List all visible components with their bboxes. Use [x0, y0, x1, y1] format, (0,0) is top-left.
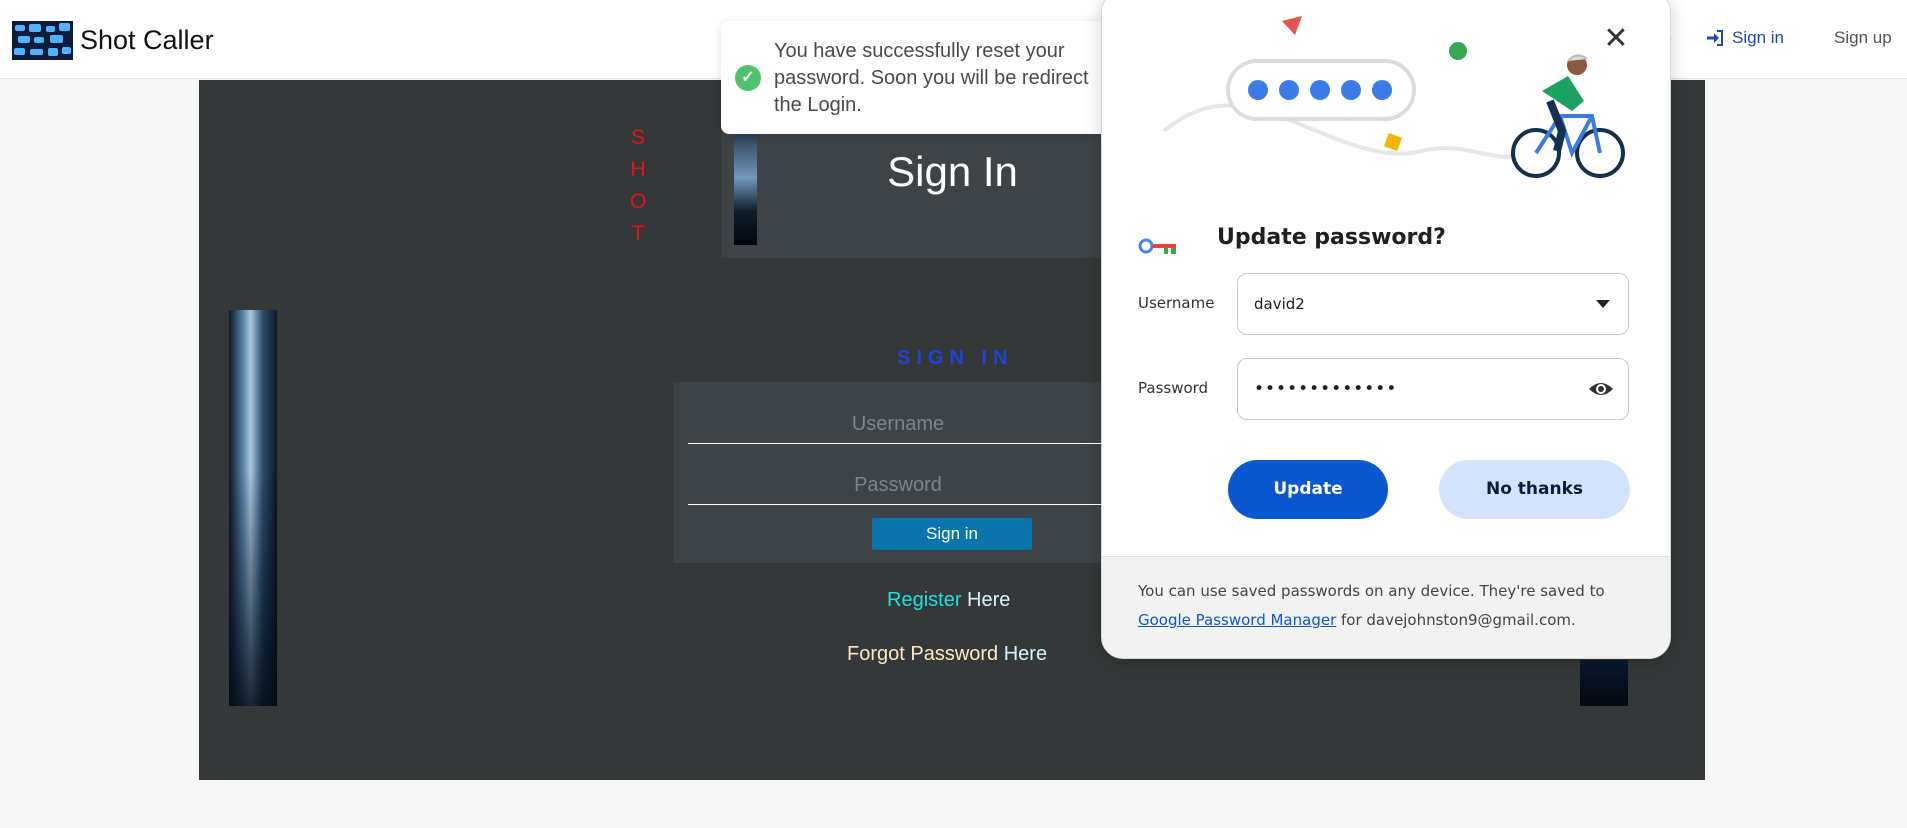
page-title: Sign In — [887, 148, 1018, 195]
shot-vertical-text: SHOT — [630, 122, 646, 250]
register-link[interactable]: Register — [887, 589, 961, 611]
username-dropdown[interactable]: david2 — [1237, 273, 1629, 335]
close-dialog-button[interactable]: ✕ — [1598, 21, 1634, 57]
no-thanks-button[interactable]: No thanks — [1439, 460, 1630, 519]
nav-sign-in-link[interactable]: Sign in — [1706, 28, 1784, 48]
toast-message: You have successfully reset your passwor… — [774, 38, 1111, 119]
left-decorative-image — [229, 310, 277, 706]
forgot-password-label: Forgot Password — [847, 643, 999, 665]
sign-in-button[interactable]: Sign in — [872, 518, 1032, 550]
register-here-link[interactable]: Here — [967, 589, 1010, 611]
nav-sign-in-label: Sign in — [1732, 28, 1784, 47]
password-manager-link[interactable]: Google Password Manager — [1138, 611, 1336, 629]
shot-letter: T — [631, 222, 645, 245]
toast-line-1: You have successfully reset your — [774, 40, 1065, 62]
sign-in-caption: SIGN IN — [897, 347, 1014, 369]
header-strip-image — [734, 133, 757, 245]
shot-letter: O — [630, 190, 647, 213]
dialog-title: Update password? — [1217, 225, 1446, 250]
brand-logo[interactable] — [12, 21, 73, 60]
toast-line-2: password. Soon you will be redirect — [774, 67, 1089, 89]
username-value: david2 — [1254, 295, 1305, 313]
password-label: Password — [1138, 379, 1209, 397]
username-input[interactable]: Username — [688, 404, 1108, 444]
nav-sign-up-link[interactable]: Sign up — [1834, 28, 1892, 48]
footer-suffix: for davejohnston9@gmail.com. — [1336, 611, 1576, 629]
forgot-here-link[interactable]: Here — [1004, 643, 1047, 665]
footer-text: You can use saved passwords on any devic… — [1138, 577, 1638, 635]
dropdown-arrow-icon — [1596, 300, 1610, 308]
footer-prefix: You can use saved passwords on any devic… — [1138, 582, 1605, 600]
eye-icon[interactable] — [1588, 377, 1614, 401]
password-field[interactable]: ••••••••••••• — [1237, 358, 1629, 420]
right-decorative-image — [1580, 660, 1628, 706]
sign-in-icon — [1707, 30, 1723, 46]
register-line: Register Here — [887, 589, 1010, 612]
password-value: ••••••••••••• — [1254, 379, 1398, 399]
shot-letter: S — [630, 126, 645, 149]
forgot-password-line: Forgot Password Here — [847, 643, 1047, 666]
shot-letter: H — [630, 158, 646, 181]
brand-title[interactable]: Shot Caller — [80, 25, 214, 56]
check-icon: ✓ — [735, 65, 761, 91]
toast-line-3: the Login. — [774, 94, 862, 116]
password-input[interactable]: Password — [688, 465, 1108, 505]
update-password-button[interactable]: Update password — [1228, 460, 1388, 558]
dialog-footer: You can use saved passwords on any devic… — [1102, 556, 1670, 658]
key-icon — [1138, 238, 1176, 254]
success-toast[interactable]: ✓ You have successfully reset your passw… — [721, 21, 1111, 134]
cyclist-illustration — [1162, 16, 1625, 178]
username-label: Username — [1138, 294, 1215, 312]
update-password-dialog: ✕ Update password? Username david2 Passw… — [1101, 0, 1671, 659]
